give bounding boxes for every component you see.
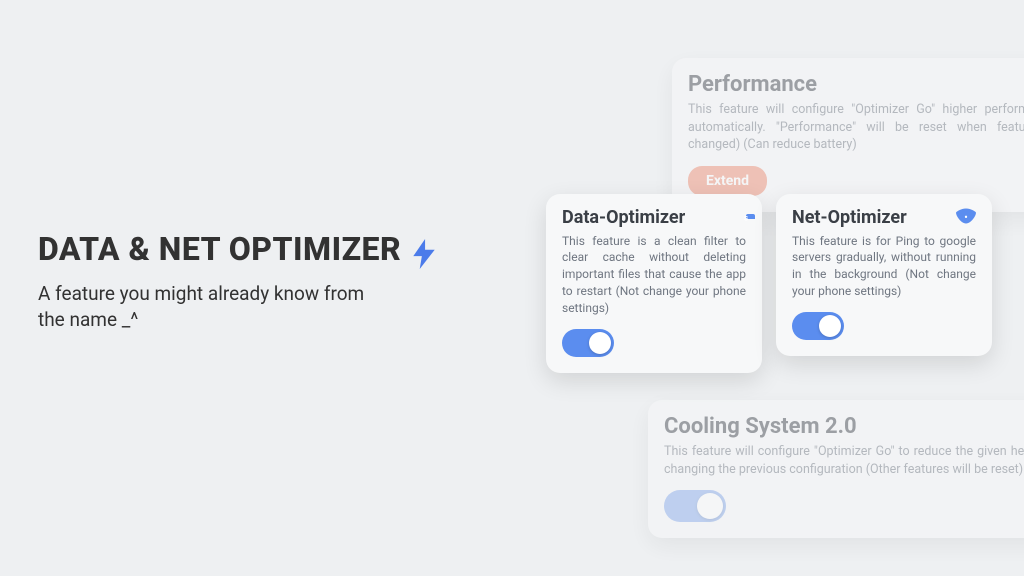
cooling-toggle[interactable] xyxy=(664,490,726,522)
hero: DATA & NET OPTIMIZER A feature you might… xyxy=(38,230,478,334)
net-optimizer-title: Net-Optimizer xyxy=(792,208,907,229)
data-optimizer-toggle[interactable] xyxy=(562,329,614,357)
hero-subtitle: A feature you might already know from th… xyxy=(38,281,378,334)
data-optimizer-desc: This feature is a clean filter to clear … xyxy=(562,233,746,317)
data-optimizer-card: Data-Optimizer This feature is a clean f… xyxy=(546,194,762,373)
cooling-card: Cooling System 2.0 This feature will con… xyxy=(648,400,1024,538)
cooling-title: Cooling System 2.0 xyxy=(664,414,857,439)
cooling-desc: This feature will configure "Optimizer G… xyxy=(664,443,1024,478)
performance-title: Performance xyxy=(688,72,817,97)
wifi-icon xyxy=(956,208,976,228)
bolt-icon xyxy=(411,239,437,273)
net-optimizer-card: Net-Optimizer This feature is for Ping t… xyxy=(776,194,992,356)
net-optimizer-desc: This feature is for Ping to google serve… xyxy=(792,233,976,300)
hero-title: DATA & NET OPTIMIZER xyxy=(38,230,401,268)
net-optimizer-toggle[interactable] xyxy=(792,312,844,340)
extend-button[interactable]: Extend xyxy=(688,166,767,196)
data-optimizer-title: Data-Optimizer xyxy=(562,208,685,229)
performance-desc: This feature will configure "Optimizer G… xyxy=(688,101,1024,154)
performance-card: Performance This feature will configure … xyxy=(672,58,1024,212)
